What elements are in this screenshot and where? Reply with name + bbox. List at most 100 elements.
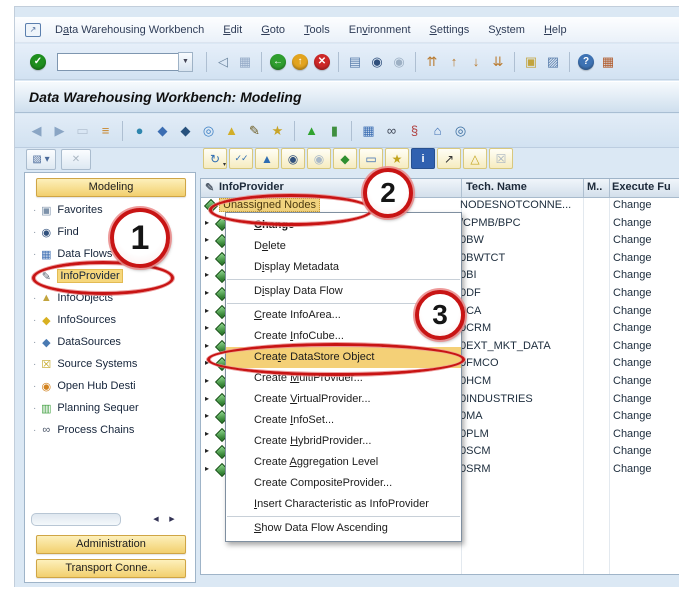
refresh-tree-icon[interactable]: ↻▾ — [203, 148, 227, 169]
sidebar-item-favorites[interactable]: ·▣Favorites — [27, 199, 195, 221]
row-execute-function[interactable]: Change — [613, 269, 652, 281]
expand-arrow-icon[interactable]: ▸ — [205, 235, 209, 244]
expand-arrow-icon[interactable]: ▸ — [205, 464, 209, 473]
transfer-icon[interactable]: § — [404, 121, 425, 141]
globe-icon[interactable]: ◎ — [198, 121, 219, 141]
menu-data-warehousing-workbench[interactable]: Data Warehousing Workbench — [55, 24, 204, 36]
link-icon[interactable]: ∞ — [381, 121, 402, 141]
column-header-m-[interactable]: M.. — [587, 181, 602, 193]
row-execute-function[interactable]: Change — [613, 199, 652, 211]
column-header-infoprovider[interactable]: InfoProvider — [219, 181, 284, 193]
sidebar-item-infosources[interactable]: ·◆InfoSources — [27, 309, 195, 331]
sort-icon[interactable]: ▲ — [255, 148, 279, 169]
row-execute-function[interactable]: Change — [613, 463, 652, 475]
sidebar-scroll-left-icon[interactable]: ◀ — [149, 512, 163, 526]
row-execute-function[interactable]: Change — [613, 340, 652, 352]
modeling-section-button[interactable]: Modeling — [36, 178, 186, 197]
row-execute-function[interactable]: Change — [613, 322, 652, 334]
row-execute-function[interactable]: Change — [613, 287, 652, 299]
delta-tree-icon[interactable]: △ — [463, 148, 487, 169]
status-light-icon[interactable]: ▮ — [324, 121, 345, 141]
sidebar-scroll-right-icon[interactable]: ▶ — [165, 512, 179, 526]
find-next-tree-icon[interactable]: ◉ — [307, 148, 331, 169]
row-execute-function[interactable]: Change — [613, 234, 652, 246]
magnifier-icon[interactable]: ★ — [267, 121, 288, 141]
data-flow-display-icon[interactable]: ● — [129, 121, 150, 141]
menu-system[interactable]: System — [488, 24, 525, 36]
context-menu-item-create-aggregation-level[interactable]: Create Aggregation Level — [226, 452, 461, 473]
row-execute-function[interactable]: Change — [613, 252, 652, 264]
sidebar-item-source-systems[interactable]: ·☒Source Systems — [27, 353, 195, 375]
help-icon[interactable]: ? — [578, 54, 594, 70]
row-execute-function[interactable]: Change — [613, 445, 652, 457]
sidebar-item-datasources[interactable]: ·◆DataSources — [27, 331, 195, 353]
transport-connection-section-button[interactable]: Transport Conne... — [36, 559, 186, 578]
context-menu-item-create-compositeprovider-[interactable]: Create CompositeProvider... — [226, 473, 461, 494]
row-execute-function[interactable]: Change — [613, 375, 652, 387]
command-field[interactable] — [57, 53, 179, 71]
administration-section-button[interactable]: Administration — [36, 535, 186, 554]
expand-arrow-icon[interactable]: ▸ — [205, 253, 209, 262]
expand-arrow-icon[interactable]: ▸ — [205, 341, 209, 350]
customize-icon[interactable]: ▦ — [598, 52, 618, 72]
last-page-icon[interactable]: ⇊ — [488, 52, 508, 72]
sidebar-item-open-hub-desti[interactable]: ·◉Open Hub Desti — [27, 375, 195, 397]
nav-forward-icon[interactable]: ▶ — [49, 121, 70, 141]
info-icon[interactable]: i — [411, 148, 435, 169]
find-next-icon[interactable]: ◉ — [389, 52, 409, 72]
grid-icon[interactable]: ▦ — [358, 121, 379, 141]
expand-arrow-icon[interactable]: ▸ — [205, 394, 209, 403]
infoobject-icon[interactable]: ▲ — [221, 121, 242, 141]
command-field-dropdown-icon[interactable]: ▼ — [178, 52, 193, 72]
find-tree-icon[interactable]: ◉ — [281, 148, 305, 169]
nav-back-icon[interactable]: ◀ — [26, 121, 47, 141]
save-icon[interactable]: ▦ — [235, 52, 255, 72]
expand-arrow-icon[interactable]: ▸ — [205, 218, 209, 227]
hierarchy-icon[interactable]: ≡ — [95, 121, 116, 141]
close-panel-icon[interactable]: ✕ — [61, 149, 91, 170]
shortcut-icon[interactable]: ▨ — [543, 52, 563, 72]
previous-page-icon[interactable]: ↑ — [444, 52, 464, 72]
system-menu-icon[interactable]: ↗ — [25, 23, 41, 37]
context-menu-item-create-infoset-[interactable]: Create InfoSet... — [226, 410, 461, 431]
menu-edit[interactable]: Edit — [223, 24, 242, 36]
context-menu-item-delete[interactable]: Delete — [226, 236, 461, 257]
sphere-hat-icon[interactable]: ◎ — [450, 121, 471, 141]
jump-arrow-icon[interactable]: ↗ — [437, 148, 461, 169]
view-selector-icon[interactable]: ▧ ▾ — [26, 149, 56, 170]
context-menu-item-display-metadata[interactable]: Display Metadata — [226, 257, 461, 278]
row-execute-function[interactable]: Change — [613, 410, 652, 422]
expand-arrow-icon[interactable]: ▸ — [205, 270, 209, 279]
expand-arrow-icon[interactable]: ▸ — [205, 411, 209, 420]
expand-arrow-icon[interactable]: ▸ — [205, 446, 209, 455]
row-execute-function[interactable]: Change — [613, 428, 652, 440]
focus-icon[interactable]: ▭ — [72, 121, 93, 141]
expand-arrow-icon[interactable]: ▸ — [205, 376, 209, 385]
context-menu-item-show-data-flow-ascending[interactable]: Show Data Flow Ascending — [226, 518, 461, 539]
context-menu-item-create-virtualprovider-[interactable]: Create VirtualProvider... — [226, 389, 461, 410]
column-header-tech-name[interactable]: Tech. Name — [466, 181, 527, 193]
jump-icon[interactable]: ◆ — [333, 148, 357, 169]
screen-icon[interactable]: ▭ — [359, 148, 383, 169]
expand-arrow-icon[interactable]: ▸ — [205, 288, 209, 297]
menu-goto[interactable]: Goto — [261, 24, 285, 36]
menu-environment[interactable]: Environment — [349, 24, 411, 36]
expand-arrow-icon[interactable]: ▸ — [205, 323, 209, 332]
back-triangle-icon[interactable]: ◁ — [213, 52, 233, 72]
back-icon[interactable]: ← — [270, 54, 286, 70]
delta-icon[interactable]: ▲ — [301, 121, 322, 141]
row-execute-function[interactable]: Change — [613, 305, 652, 317]
new-session-icon[interactable]: ▣ — [521, 52, 541, 72]
sidebar-item-planning-sequer[interactable]: ·▥Planning Sequer — [27, 397, 195, 419]
infocube-icon[interactable]: ◆ — [175, 121, 196, 141]
sidebar-item-process-chains[interactable]: ·∞Process Chains — [27, 419, 195, 441]
context-menu-item-insert-characteristic-as-infoprovider[interactable]: Insert Characteristic as InfoProvider — [226, 494, 461, 515]
column-header-execute-fu[interactable]: Execute Fu — [612, 181, 671, 193]
partial-section-button[interactable] — [36, 582, 186, 583]
first-page-icon[interactable]: ⇈ — [422, 52, 442, 72]
confirm-icon[interactable]: ✓✓ — [229, 148, 253, 169]
menu-tools[interactable]: Tools — [304, 24, 330, 36]
context-menu-item-create-hybridprovider-[interactable]: Create HybridProvider... — [226, 431, 461, 452]
hat-icon[interactable]: ⌂ — [427, 121, 448, 141]
exit-icon[interactable]: ↑ — [292, 54, 308, 70]
